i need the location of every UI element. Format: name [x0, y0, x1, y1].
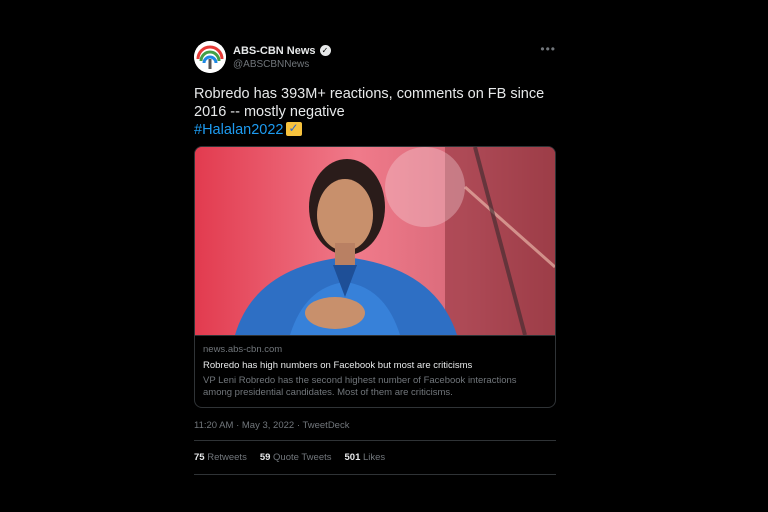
tweet-meta: 11:20 AM · May 3, 2022 · TweetDeck — [194, 420, 556, 441]
hashtag-link[interactable]: #Halalan2022 — [194, 122, 284, 138]
quote-tweets-stat[interactable]: 59 Quote Tweets — [260, 452, 332, 463]
abs-cbn-logo-icon — [194, 41, 226, 73]
tweet-date[interactable]: May 3, 2022 — [242, 420, 294, 431]
card-domain: news.abs-cbn.com — [203, 344, 283, 355]
likes-stat[interactable]: 501 Likes — [345, 452, 386, 463]
tweet-body: Robredo has 393M+ reactions, comments on… — [194, 86, 545, 120]
card-image[interactable] — [195, 147, 555, 335]
retweets-stat[interactable]: 75 Retweets — [194, 452, 247, 463]
card-photo — [195, 147, 555, 335]
tweet-header: ABS-CBN News ✓ @ABSCBNNews ••• — [194, 40, 556, 74]
meta-separator-2: · — [296, 420, 300, 431]
card-title: Robredo has high numbers on Facebook but… — [203, 360, 473, 371]
meta-separator: · — [236, 420, 240, 431]
engagement-stats: 75 Retweets 59 Quote Tweets 501 Likes — [194, 441, 556, 475]
verified-badge-icon: ✓ — [319, 45, 331, 56]
more-options-icon[interactable]: ••• — [540, 42, 556, 56]
account-handle[interactable]: @ABSCBNNews — [233, 59, 331, 70]
tweet-time[interactable]: 11:20 AM — [194, 420, 233, 431]
account-name[interactable]: ABS-CBN News — [233, 45, 316, 57]
avatar[interactable] — [194, 41, 226, 73]
card-description: VP Leni Robredo has the second highest n… — [203, 375, 517, 398]
tweet-source[interactable]: TweetDeck — [302, 420, 349, 431]
ballot-box-icon — [285, 119, 302, 137]
tweet-text: Robredo has 393M+ reactions, comments on… — [194, 85, 556, 139]
tweet: ABS-CBN News ✓ @ABSCBNNews ••• Robredo h… — [194, 40, 556, 475]
link-card[interactable]: news.abs-cbn.com Robredo has high number… — [194, 146, 556, 408]
